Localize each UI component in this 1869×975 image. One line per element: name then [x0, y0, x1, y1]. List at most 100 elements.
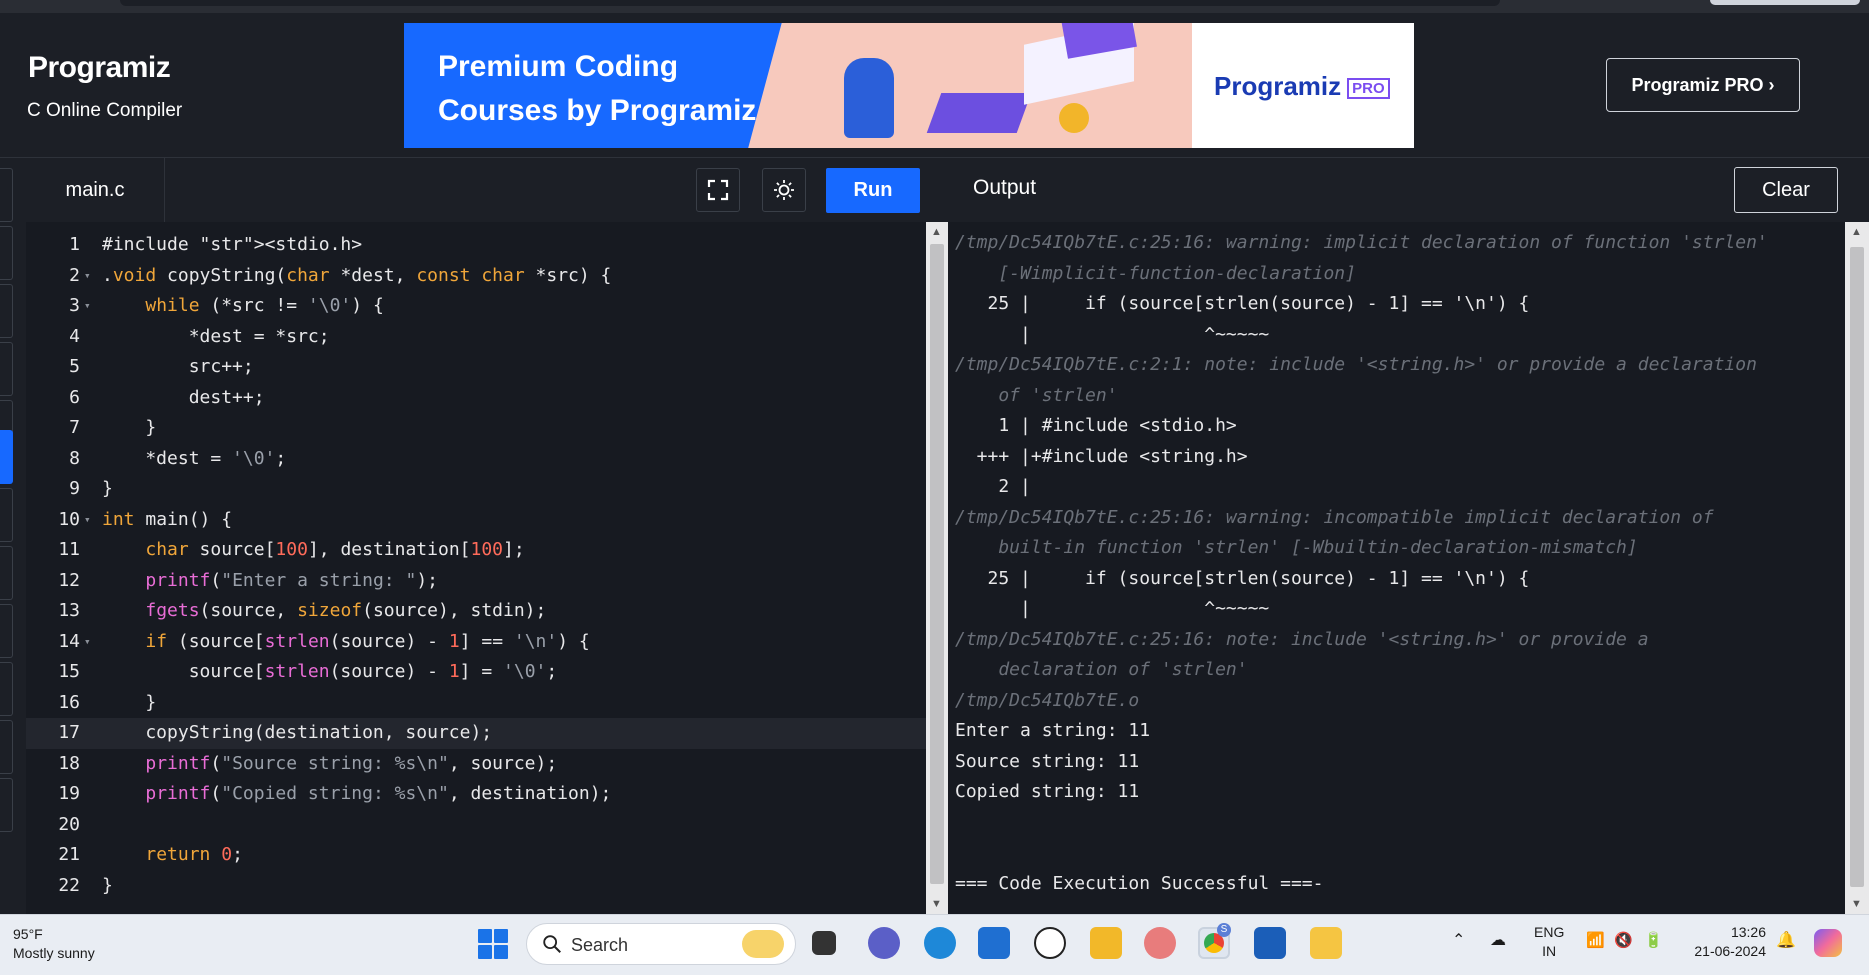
- battery-icon[interactable]: 🔋: [1644, 931, 1663, 950]
- code-line[interactable]: 17 copyString(destination, source);: [26, 718, 926, 749]
- output-line: Source string: 11: [955, 750, 1140, 772]
- file-tab-main-c[interactable]: main.c: [26, 158, 165, 223]
- sidebar-lang-item[interactable]: [0, 662, 13, 716]
- code-line[interactable]: 7 }: [26, 413, 926, 444]
- code-text: }: [102, 874, 113, 896]
- notification-bell-icon[interactable]: 🔔: [1776, 931, 1796, 950]
- line-number: 18: [58, 752, 80, 774]
- line-number: 15: [58, 661, 80, 682]
- edge-icon[interactable]: [924, 927, 956, 959]
- fold-arrow-icon[interactable]: ▾: [84, 627, 91, 658]
- output-line: 1 | #include <stdio.h>: [955, 415, 1237, 436]
- copilot-icon[interactable]: [1814, 929, 1842, 957]
- code-line[interactable]: 3 ▾ while (*src != '\0') {: [26, 291, 926, 322]
- output-line: built-in function 'strlen' [-Wbuiltin-de…: [955, 537, 1638, 558]
- onedrive-icon[interactable]: ☁: [1490, 931, 1506, 950]
- clock[interactable]: 13:26 21-06-2024: [1686, 923, 1766, 961]
- code-line[interactable]: 1 #include "str"><stdio.h>: [26, 230, 926, 261]
- clear-button[interactable]: Clear: [1734, 167, 1838, 213]
- search-highlight-icon: [742, 930, 784, 958]
- code-line[interactable]: 16 }: [26, 688, 926, 719]
- sidebar-lang-item[interactable]: [0, 604, 13, 658]
- fullscreen-button[interactable]: [696, 168, 740, 212]
- volume-muted-icon[interactable]: 🔇: [1614, 931, 1633, 950]
- code-line[interactable]: 6 dest++;: [26, 383, 926, 414]
- chrome-icon[interactable]: S: [1198, 923, 1231, 959]
- sidebar-lang-item[interactable]: [0, 226, 13, 280]
- app-icon[interactable]: [1144, 927, 1176, 959]
- code-line[interactable]: 8 *dest = '\0';: [26, 444, 926, 475]
- output-line: [-Wimplicit-function-declaration]: [955, 262, 1356, 284]
- sidebar-lang-item[interactable]: [0, 168, 13, 222]
- code-line[interactable]: 13 fgets(source, sizeof(source), stdin);: [26, 596, 926, 627]
- code-editor[interactable]: 1 #include "str"><stdio.h> 2 ▾ .void copyStr…: [26, 222, 948, 914]
- sidebar-lang-item[interactable]: [0, 720, 13, 774]
- show-hidden-icons-icon[interactable]: ⌃: [1452, 931, 1465, 950]
- theme-toggle-button[interactable]: [762, 168, 806, 212]
- scroll-down-icon[interactable]: ▼: [931, 898, 942, 910]
- teams-icon[interactable]: [868, 927, 900, 959]
- promo-banner[interactable]: Premium Coding Courses by Programiz Prog…: [404, 23, 1414, 148]
- sidebar-lang-item[interactable]: [0, 546, 13, 600]
- code-line[interactable]: 15 source[strlen(source) - 1] = '\0';: [26, 657, 926, 688]
- files-icon[interactable]: [1310, 927, 1342, 959]
- fold-arrow-icon[interactable]: ▾: [84, 261, 91, 292]
- weather-widget[interactable]: 95°F Mostly sunny: [13, 925, 95, 963]
- wifi-icon[interactable]: 📶: [1586, 931, 1605, 950]
- sidebar-lang-item[interactable]: [0, 778, 13, 832]
- code-line[interactable]: 21 return 0;: [26, 840, 926, 871]
- code-line[interactable]: 18 printf("Source string: %s\n", source)…: [26, 749, 926, 780]
- file-explorer-icon[interactable]: [1090, 927, 1122, 959]
- sun-icon: [774, 180, 794, 200]
- fold-arrow-icon[interactable]: ▾: [84, 505, 91, 536]
- fold-arrow-icon[interactable]: ▾: [84, 291, 91, 322]
- sidebar-lang-item[interactable]: [0, 488, 13, 542]
- code-line[interactable]: 19 printf("Copied string: %s\n", destina…: [26, 779, 926, 810]
- language-indicator[interactable]: ENG IN: [1534, 923, 1564, 961]
- task-view-icon[interactable]: [812, 931, 836, 955]
- sidebar-lang-item[interactable]: [0, 284, 13, 338]
- store-icon[interactable]: [978, 927, 1010, 959]
- editor-scroll-thumb[interactable]: [930, 244, 944, 884]
- programiz-logo[interactable]: Programiz: [28, 51, 171, 85]
- line-number: 19: [58, 783, 80, 804]
- output-scrollbar[interactable]: ▲ ▼: [1845, 222, 1869, 914]
- code-line[interactable]: 14 ▾ if (source[strlen(source) - 1] == '\…: [26, 627, 926, 658]
- code-line[interactable]: 5 src++;: [26, 352, 926, 383]
- code-line[interactable]: 9}: [26, 474, 926, 505]
- windows-start-icon[interactable]: [478, 929, 508, 959]
- scroll-down-icon[interactable]: ▼: [1851, 898, 1862, 910]
- code-line[interactable]: 22}: [26, 871, 926, 902]
- editor-scrollbar[interactable]: ▲ ▼: [926, 222, 948, 914]
- line-number: 13: [58, 600, 80, 621]
- output-toolbar: Output Clear: [948, 158, 1845, 223]
- output-scroll-thumb[interactable]: [1850, 247, 1864, 887]
- clock-date: 21-06-2024: [1694, 943, 1766, 959]
- sidebar-lang-item-active[interactable]: [0, 430, 13, 484]
- dell-icon[interactable]: [1034, 927, 1066, 959]
- scroll-up-icon[interactable]: ▲: [1851, 226, 1862, 238]
- code-line[interactable]: 12 printf("Enter a string: ");: [26, 566, 926, 597]
- code-text: printf("Copied string: %s\n", destinatio…: [145, 783, 612, 804]
- run-button[interactable]: Run: [826, 168, 920, 213]
- weather-temp: 95°F: [13, 926, 43, 942]
- output-line: declaration of 'strlen': [955, 659, 1248, 680]
- word-icon[interactable]: [1254, 927, 1286, 959]
- code-line[interactable]: 2 ▾ .void copyString(char *dest, const cha…: [26, 261, 926, 292]
- address-bar[interactable]: [120, 0, 1500, 6]
- output-panel[interactable]: /tmp/Dc54IQb7tE.c:25:16: warning: implic…: [948, 222, 1845, 914]
- scroll-up-icon[interactable]: ▲: [931, 226, 942, 238]
- programiz-pro-button[interactable]: Programiz PRO ›: [1606, 58, 1800, 112]
- code-text: *dest = '\0';: [102, 447, 287, 469]
- code-lines: 1 #include "str"><stdio.h> 2 ▾ .void copyStr…: [26, 230, 926, 901]
- site-header: Programiz C Online Compiler Premium Codi…: [0, 13, 1869, 158]
- output-line: Enter a string: 11: [955, 720, 1151, 741]
- code-line[interactable]: 11 char source[100], destination[100];: [26, 535, 926, 566]
- browser-profile-pill[interactable]: [1710, 0, 1860, 5]
- student-illustration-icon: [844, 58, 894, 138]
- sidebar-lang-item[interactable]: [0, 342, 13, 396]
- code-line[interactable]: 20: [26, 810, 926, 841]
- code-line[interactable]: 4 *dest = *src;: [26, 322, 926, 353]
- code-line[interactable]: 10 ▾ int main() {: [26, 505, 926, 536]
- taskbar-search-input[interactable]: Search: [526, 923, 796, 965]
